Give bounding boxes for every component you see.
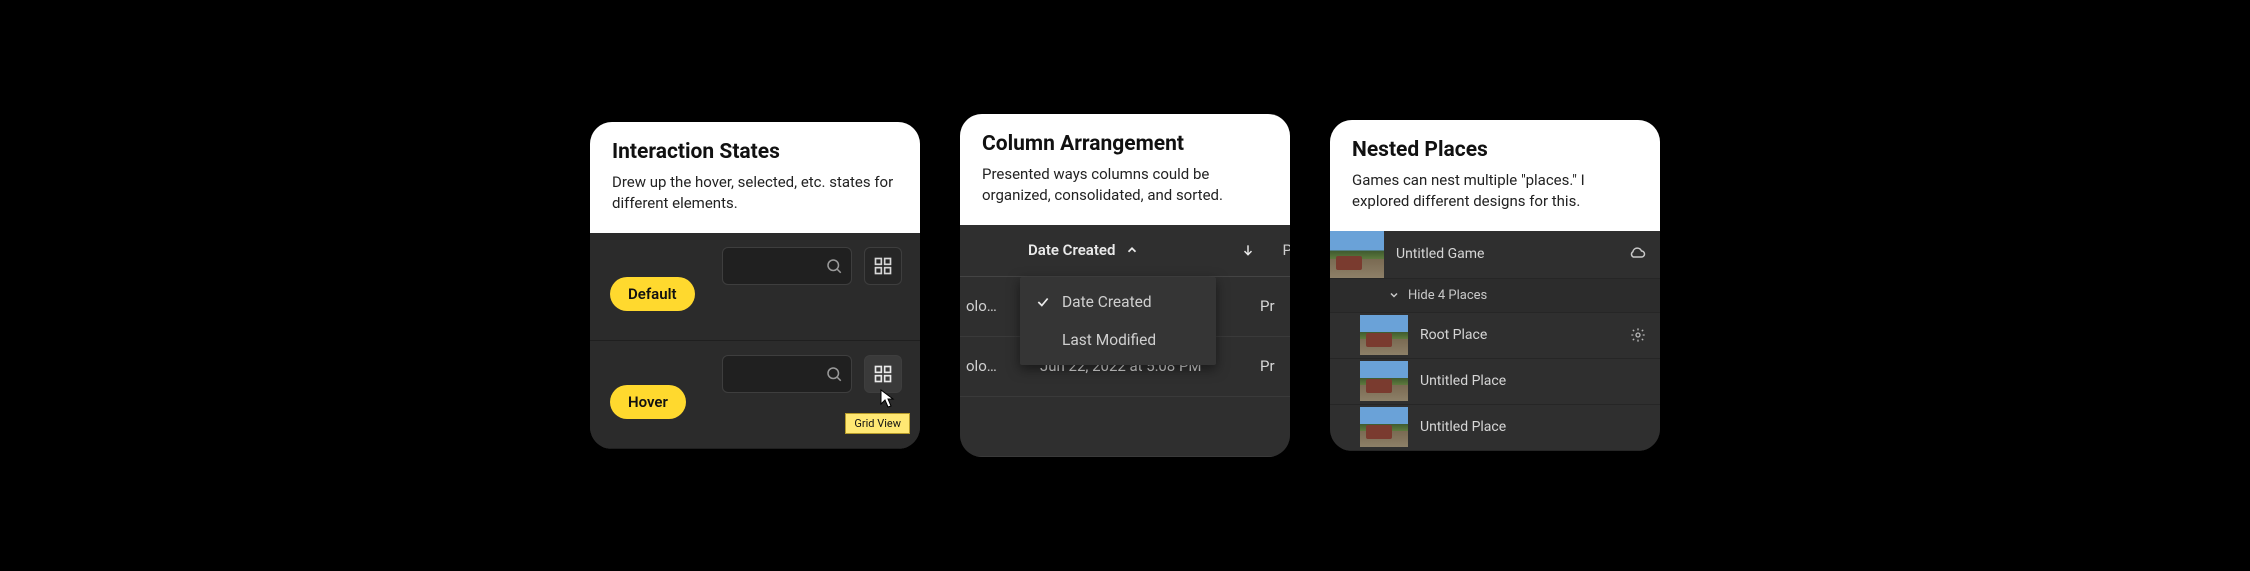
column-header-trailing[interactable]: P (1283, 241, 1290, 259)
card-description: Presented ways columns could be organize… (982, 164, 1268, 205)
card-title: Interaction States (612, 140, 898, 164)
search-input[interactable] (722, 355, 852, 393)
place-label: Root Place (1420, 327, 1618, 343)
card-description: Drew up the hover, selected, etc. states… (612, 172, 898, 213)
search-icon (825, 257, 843, 275)
place-thumbnail (1360, 361, 1408, 401)
search-input[interactable] (722, 247, 852, 285)
card-nested-places: Nested Places Games can nest multiple "p… (1330, 120, 1660, 451)
column-header-row: Date Created P (960, 225, 1290, 277)
tooltip: Grid View (845, 413, 910, 434)
grid-icon (873, 364, 893, 384)
place-thumbnail (1360, 407, 1408, 447)
grid-view-button[interactable] (864, 247, 902, 285)
cell-trailing: Pr (1260, 297, 1290, 315)
card-body: Untitled Game Hide 4 Places Root Place U… (1330, 231, 1660, 451)
place-label: Untitled Place (1420, 419, 1646, 435)
card-title: Nested Places (1352, 138, 1638, 162)
game-thumbnail (1330, 231, 1384, 278)
places-toggle-label: Hide 4 Places (1408, 288, 1487, 303)
card-column-arrangement: Column Arrangement Presented ways column… (960, 114, 1290, 457)
places-toggle[interactable]: Hide 4 Places (1330, 279, 1660, 313)
place-row[interactable]: Untitled Place (1330, 359, 1660, 405)
cell-name: olo… (966, 357, 1026, 375)
dropdown-item-last-modified[interactable]: Last Modified (1020, 321, 1216, 359)
state-hover-slab: Grid View Hover (590, 341, 920, 449)
grid-view-button[interactable] (864, 355, 902, 393)
chevron-up-icon (1125, 243, 1139, 257)
card-interaction-states: Interaction States Drew up the hover, se… (590, 122, 920, 449)
dropdown-item-label: Last Modified (1062, 331, 1156, 349)
card-body: Date Created P olo… Pr olo… Jun 22, 2022… (960, 225, 1290, 457)
search-icon (825, 365, 843, 383)
game-row[interactable]: Untitled Game (1330, 231, 1660, 279)
state-label-hover: Hover (610, 385, 686, 419)
card-title: Column Arrangement (982, 132, 1268, 156)
sort-column-button[interactable]: Date Created (1028, 241, 1115, 259)
cell-trailing: Pr (1260, 357, 1290, 375)
table-row[interactable] (960, 397, 1290, 457)
place-label: Untitled Place (1420, 373, 1646, 389)
gear-icon[interactable] (1630, 327, 1646, 343)
cell-name: olo… (966, 297, 1026, 315)
game-label: Untitled Game (1396, 246, 1616, 262)
sort-direction-button[interactable] (1241, 243, 1255, 257)
card-header: Interaction States Drew up the hover, se… (590, 122, 920, 233)
card-body: Default Grid View Hover (590, 233, 920, 449)
dropdown-item-date-created[interactable]: Date Created (1020, 283, 1216, 321)
cursor-icon (880, 389, 896, 409)
card-header: Column Arrangement Presented ways column… (960, 114, 1290, 225)
grid-icon (873, 256, 893, 276)
place-row[interactable]: Untitled Place (1330, 405, 1660, 451)
check-icon (1036, 295, 1050, 309)
place-row[interactable]: Root Place (1330, 313, 1660, 359)
state-label-default: Default (610, 277, 695, 311)
cloud-icon (1628, 245, 1646, 263)
state-default-slab: Default (590, 233, 920, 341)
sort-dropdown: Date Created Last Modified (1020, 277, 1216, 365)
place-thumbnail (1360, 315, 1408, 355)
arrow-down-icon (1241, 243, 1255, 257)
card-description: Games can nest multiple "places." I expl… (1352, 170, 1638, 211)
card-header: Nested Places Games can nest multiple "p… (1330, 120, 1660, 231)
dropdown-item-label: Date Created (1062, 293, 1152, 311)
chevron-down-icon (1388, 289, 1400, 301)
